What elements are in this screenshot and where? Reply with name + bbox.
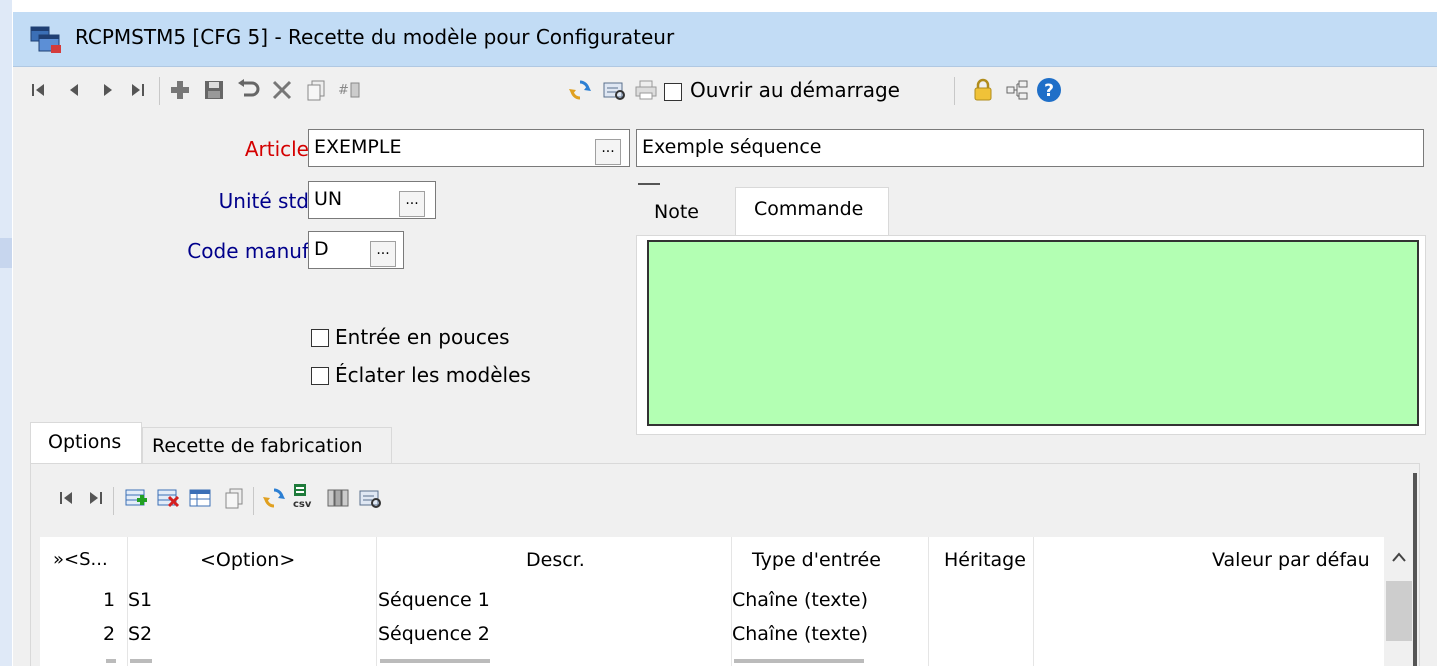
unit-lookup-button[interactable]: ... (399, 191, 425, 217)
article-lookup-button[interactable]: ... (595, 139, 621, 165)
options-grid: »<S... <Option> Descr. Type d'entrée Hér… (40, 537, 1413, 666)
article-label: Article (244, 137, 309, 161)
column-header-inheritance[interactable]: Héritage (944, 549, 1026, 571)
undo-icon[interactable] (233, 75, 263, 105)
svg-text:#: # (338, 83, 349, 98)
row-option: S1 (128, 589, 153, 611)
explode-models-checkbox[interactable] (311, 367, 329, 385)
copy-icon[interactable] (301, 75, 331, 105)
refresh-icon[interactable] (565, 75, 595, 105)
tab-commande[interactable]: Commande (735, 187, 889, 237)
unit-label: Unité std (218, 189, 309, 213)
title-bar[interactable]: RCPMSTM5 [CFG 5] - Recette du modèle pou… (13, 12, 1437, 67)
column-divider (1033, 537, 1034, 666)
article-value: EXEMPLE (314, 136, 402, 158)
grid-view-icon[interactable] (185, 483, 215, 513)
article-input[interactable]: EXEMPLE (308, 129, 630, 167)
command-text-area[interactable] (647, 240, 1419, 426)
print-grid-icon[interactable] (355, 483, 385, 513)
explode-models-label: Éclater les modèles (335, 363, 531, 387)
last-record-icon[interactable] (123, 75, 153, 105)
column-divider (928, 537, 929, 666)
export-csv-icon[interactable]: csv (289, 481, 319, 511)
tab-options[interactable]: Options (30, 422, 142, 464)
scroll-thumb[interactable] (1386, 581, 1412, 641)
svg-text:?: ? (1044, 81, 1054, 101)
row-descr: Séquence 2 (378, 623, 490, 645)
window-title: RCPMSTM5 [CFG 5] - Recette du modèle pou… (75, 25, 675, 49)
toolbar-separator (159, 77, 160, 105)
open-at-start-checkbox[interactable] (664, 83, 682, 101)
toolbar-separator (954, 77, 955, 105)
row-seq: 2 (103, 623, 116, 645)
border-highlight (0, 238, 12, 268)
delete-icon[interactable] (267, 75, 297, 105)
lock-icon[interactable] (968, 75, 998, 105)
first-record-icon[interactable] (25, 75, 55, 105)
column-header-descr[interactable]: Descr. (526, 549, 585, 571)
column-divider (376, 537, 377, 666)
column-header-default-value[interactable]: Valeur par défau (1212, 549, 1370, 571)
columns-icon[interactable] (323, 483, 353, 513)
inches-label: Entrée en pouces (335, 325, 510, 349)
grid-toolbar-separator (113, 487, 114, 515)
manuf-code-lookup-button[interactable]: ... (370, 241, 396, 267)
row-descr: Séquence 1 (378, 589, 490, 611)
row-input-type: Chaîne (texte) (732, 589, 869, 611)
table-row-partial (40, 659, 1384, 666)
svg-text:csv: csv (293, 499, 312, 510)
next-record-icon[interactable] (93, 75, 123, 105)
grid-toolbar-separator (253, 487, 254, 515)
copy-row-icon[interactable] (219, 483, 249, 513)
scroll-up-icon[interactable] (1390, 549, 1408, 563)
form-content: # Ouvrir au démarrage ? Article EXEMPLE … (13, 67, 1437, 666)
notes-panel (636, 235, 1426, 435)
inches-checkbox[interactable] (311, 329, 329, 347)
print-icon[interactable] (631, 75, 661, 105)
article-description-value: Exemple séquence (642, 136, 822, 158)
save-icon[interactable] (199, 75, 229, 105)
panel-right-edge (1413, 473, 1417, 666)
main-toolbar: # Ouvrir au démarrage ? (13, 67, 1437, 115)
unit-value: UN (314, 188, 343, 210)
previous-record-icon[interactable] (59, 75, 89, 105)
manuf-code-value: D (314, 238, 329, 260)
open-at-start-label: Ouvrir au démarrage (690, 78, 900, 102)
column-header-option[interactable]: <Option> (200, 549, 295, 571)
tab-indicator-dash (638, 183, 660, 185)
delete-row-icon[interactable] (153, 483, 183, 513)
window-left-border (0, 0, 12, 666)
refresh-grid-icon[interactable] (259, 483, 289, 513)
first-row-icon[interactable] (53, 483, 83, 513)
renumber-icon[interactable]: # (335, 75, 365, 105)
tab-recette-fabrication[interactable]: Recette de fabrication (142, 427, 392, 465)
app-window-icon (29, 25, 63, 55)
row-option: S2 (128, 623, 153, 645)
add-icon[interactable] (165, 75, 195, 105)
tab-note[interactable]: Note (636, 191, 732, 235)
column-header-input-type[interactable]: Type d'entrée (752, 549, 881, 571)
help-icon[interactable]: ? (1034, 75, 1064, 105)
print-preview-icon[interactable] (599, 75, 629, 105)
column-header-seq[interactable]: »<S... (53, 549, 108, 570)
row-seq: 1 (103, 589, 116, 611)
last-row-icon[interactable] (81, 483, 111, 513)
article-description-input[interactable]: Exemple séquence (636, 129, 1424, 167)
manuf-code-label: Code manuf (187, 239, 309, 263)
insert-row-icon[interactable] (121, 483, 151, 513)
row-input-type: Chaîne (texte) (732, 623, 869, 645)
tree-icon[interactable] (1002, 75, 1032, 105)
vertical-scrollbar[interactable] (1384, 537, 1413, 666)
